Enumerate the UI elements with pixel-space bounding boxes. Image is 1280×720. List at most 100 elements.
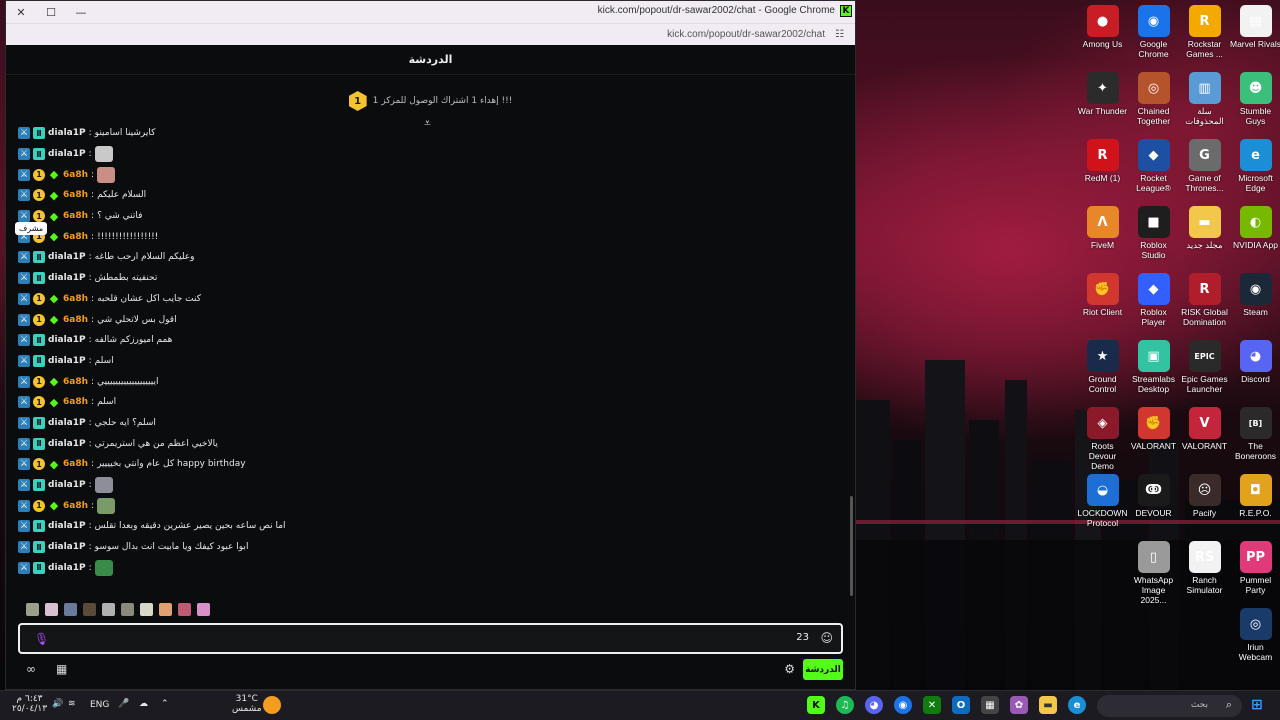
moderator-badge-icon[interactable]: ⚔ <box>18 541 30 554</box>
moderator-badge-icon[interactable]: ⚔ <box>18 168 30 181</box>
vip-badge-icon[interactable]: Ⅱ <box>33 416 45 429</box>
chat-username[interactable]: diala1P <box>48 273 86 283</box>
store-taskbar-icon[interactable]: ▦ <box>981 696 999 714</box>
subscriber-badge-icon[interactable]: 1 <box>33 168 45 181</box>
moderator-badge-icon[interactable]: ⚔ <box>18 458 30 471</box>
chat-username[interactable]: diala1P <box>48 149 86 159</box>
vip-badge-icon[interactable]: Ⅱ <box>33 127 45 140</box>
desktop-icon[interactable]: G Game of Thrones... <box>1179 136 1230 193</box>
send-chat-button[interactable]: الدردشة <box>803 659 843 680</box>
subscriber-badge-icon[interactable]: 1 <box>33 375 45 388</box>
onedrive-icon[interactable]: ☁ <box>139 699 148 709</box>
chat-username[interactable]: diala1P <box>48 356 86 366</box>
outlook-icon[interactable]: O <box>952 696 970 714</box>
vip-badge-icon[interactable]: Ⅱ <box>33 334 45 347</box>
desktop-icon[interactable]: ◆ Rocket League® <box>1128 136 1179 193</box>
moderator-badge-icon[interactable]: ⚔ <box>18 499 30 512</box>
desktop-icon[interactable]: ◘ R.E.P.O. <box>1230 471 1280 518</box>
moderator-badge-icon[interactable]: ⚔ <box>18 189 30 202</box>
chat-username[interactable]: diala1P <box>48 418 86 428</box>
desktop-icon[interactable]: ◉ Steam <box>1230 270 1280 317</box>
chat-username[interactable]: 6a8h <box>63 190 88 200</box>
desktop-icon[interactable]: ▤ Marvel Rivals <box>1230 2 1280 49</box>
desktop-icon[interactable]: ◎ Chained Together <box>1128 69 1179 126</box>
edge-taskbar-icon[interactable]: e <box>1068 696 1086 714</box>
moderator-badge-icon[interactable]: ⚔ <box>18 292 30 305</box>
og-badge-icon[interactable]: ◆ <box>48 396 60 409</box>
desktop-icon[interactable]: R Rockstar Games ... <box>1179 2 1230 59</box>
desktop-icon[interactable]: ● Among Us <box>1077 2 1128 49</box>
vip-badge-icon[interactable]: Ⅱ <box>33 148 45 161</box>
desktop-icon[interactable]: RS Ranch Simulator <box>1179 538 1230 595</box>
desktop-icon[interactable]: R RedM (1) <box>1077 136 1128 183</box>
pinned-goal-banner[interactable]: 1 إهداء 1 اشتراك الوصول للمركز 1 !!! <box>6 83 855 119</box>
chat-emote[interactable] <box>94 559 113 576</box>
moderator-badge-icon[interactable]: ⚔ <box>18 479 30 492</box>
chat-username[interactable]: 6a8h <box>63 294 88 304</box>
chat-emote[interactable] <box>97 166 116 183</box>
moderator-badge-icon[interactable]: ⚔ <box>18 334 30 347</box>
desktop-icon[interactable]: R RISK Global Domination <box>1179 270 1230 327</box>
desktop-icon[interactable]: ★ Ground Control <box>1077 337 1128 394</box>
vip-badge-icon[interactable]: Ⅱ <box>33 479 45 492</box>
chat-scrollbar[interactable] <box>850 496 853 596</box>
desktop-icon[interactable]: ◎ Iriun Webcam <box>1230 605 1280 662</box>
chat-username[interactable]: 6a8h <box>63 170 88 180</box>
chat-username[interactable]: diala1P <box>48 480 86 490</box>
store-icon[interactable]: ▦ <box>56 662 67 676</box>
file-explorer-icon[interactable]: ▬ <box>1039 696 1057 714</box>
vip-badge-icon[interactable]: Ⅱ <box>33 251 45 264</box>
weather-widget[interactable]: 31°C مشمس <box>232 694 262 714</box>
desktop-icon[interactable]: ☹ Pacify <box>1179 471 1230 518</box>
recent-emote[interactable] <box>26 603 39 616</box>
subscriber-badge-icon[interactable]: 1 <box>33 292 45 305</box>
desktop-icon[interactable]: ▬ مجلد جديد <box>1179 203 1230 250</box>
desktop-icon[interactable]: ◈ Roots Devour Demo <box>1077 404 1128 471</box>
vip-badge-icon[interactable]: Ⅱ <box>33 354 45 367</box>
moderator-badge-icon[interactable]: ⚔ <box>18 313 30 326</box>
desktop-icon[interactable]: ✦ War Thunder <box>1077 69 1128 116</box>
chat-username[interactable]: 6a8h <box>63 501 88 511</box>
xbox-icon[interactable]: ✕ <box>923 696 941 714</box>
recent-emote[interactable] <box>64 603 77 616</box>
moderator-badge-icon[interactable]: ⚔ <box>18 437 30 450</box>
recent-emote[interactable] <box>102 603 115 616</box>
recent-emote[interactable] <box>45 603 58 616</box>
chat-username[interactable]: 6a8h <box>63 377 88 387</box>
chat-username[interactable]: 6a8h <box>63 459 88 469</box>
chat-username[interactable]: diala1P <box>48 563 86 573</box>
desktop-icon[interactable]: EPIC Epic Games Launcher <box>1179 337 1230 394</box>
desktop-icon[interactable]: PP Pummel Party <box>1230 538 1280 595</box>
chrome-taskbar-icon[interactable]: ◉ <box>894 696 912 714</box>
chat-username[interactable]: diala1P <box>48 335 86 345</box>
desktop-icon[interactable]: ▥ سلة المحذوفات <box>1179 69 1230 126</box>
desktop-icon[interactable]: ◆ Roblox Player <box>1128 270 1179 327</box>
chat-username[interactable]: diala1P <box>48 439 86 449</box>
mic-tray-icon[interactable]: 🎤 <box>118 699 129 709</box>
desktop-icon[interactable]: V VALORANT <box>1179 404 1230 451</box>
chat-username[interactable]: diala1P <box>48 128 86 138</box>
windows-start-icon[interactable]: ⊞ <box>1248 696 1266 714</box>
og-badge-icon[interactable]: ◆ <box>48 375 60 388</box>
subscriber-badge-icon[interactable]: 1 <box>33 499 45 512</box>
moderator-badge-icon[interactable]: ⚔ <box>18 396 30 409</box>
gear-icon[interactable]: ⚙ <box>784 662 795 676</box>
vip-badge-icon[interactable]: Ⅱ <box>33 520 45 533</box>
chat-emote[interactable] <box>94 477 113 494</box>
recent-emote[interactable] <box>159 603 172 616</box>
desktop-icon[interactable]: ▯ WhatsApp Image 2025... <box>1128 538 1179 605</box>
vip-badge-icon[interactable]: Ⅱ <box>33 541 45 554</box>
recent-emote[interactable] <box>178 603 191 616</box>
subscriber-badge-icon[interactable]: 1 <box>33 189 45 202</box>
chat-emote[interactable] <box>94 146 113 163</box>
chat-username[interactable]: diala1P <box>48 252 86 262</box>
spotify-icon[interactable]: ♫ <box>836 696 854 714</box>
language-indicator[interactable]: ENG <box>90 700 109 710</box>
maximize-icon[interactable]: ☐ <box>36 1 66 23</box>
chat-username[interactable]: 6a8h <box>63 397 88 407</box>
copilot-icon[interactable]: ✿ <box>1010 696 1028 714</box>
moderator-badge-icon[interactable]: ⚔ <box>18 272 30 285</box>
discord-taskbar-icon[interactable]: ◕ <box>865 696 883 714</box>
subscriber-badge-icon[interactable]: 1 <box>33 313 45 326</box>
moderator-badge-icon[interactable]: ⚔ <box>18 127 30 140</box>
